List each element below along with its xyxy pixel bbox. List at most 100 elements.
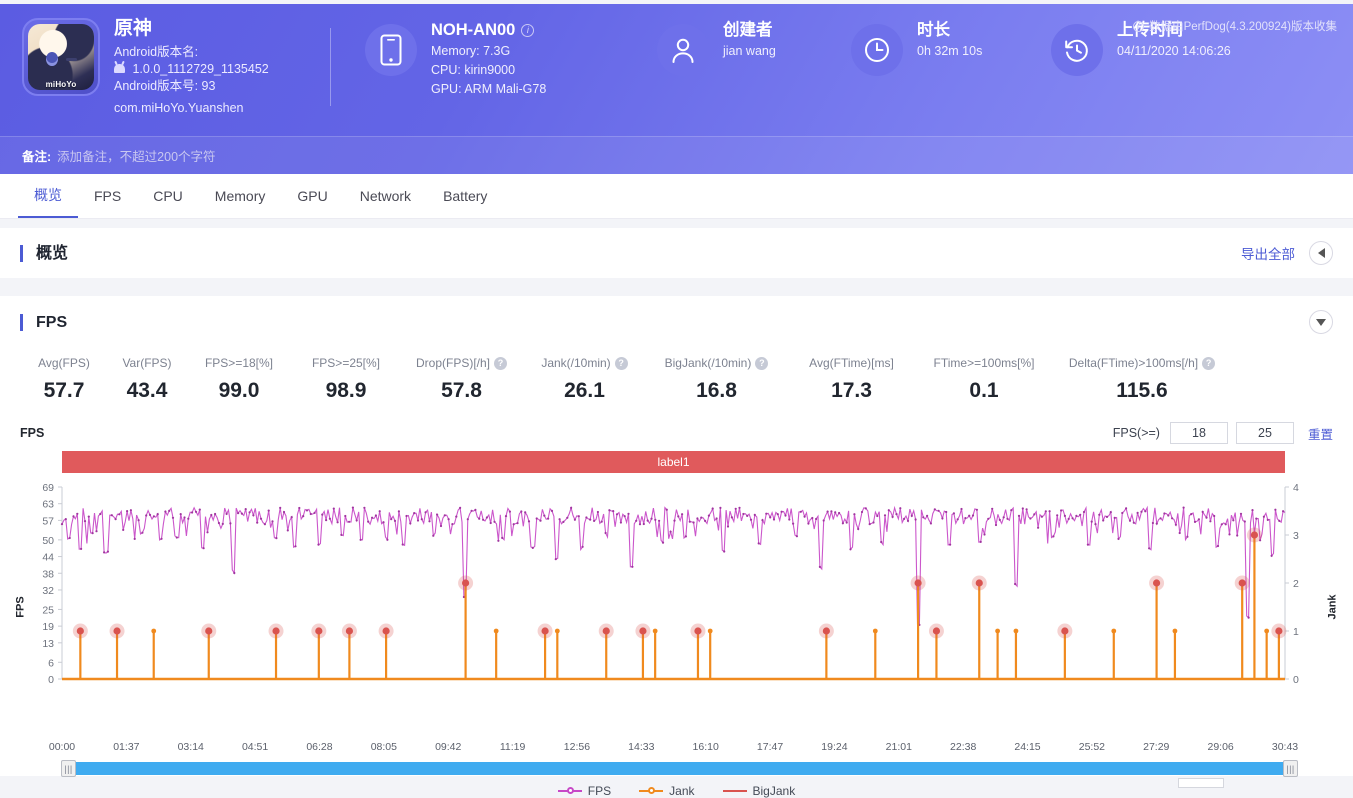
chevron-down-icon xyxy=(1316,319,1326,326)
legend-item-jank[interactable]: Jank xyxy=(639,784,694,798)
tab-overview[interactable]: 概览 xyxy=(18,174,78,218)
metric-label-text: Jank(/10min) xyxy=(541,356,610,370)
device-gpu: GPU: ARM Mali-G78 xyxy=(431,80,546,99)
help-icon[interactable]: ? xyxy=(615,357,628,370)
x-tick-label: 21:01 xyxy=(886,741,912,753)
metric-label: Var(FPS) xyxy=(108,356,186,370)
help-icon[interactable]: ? xyxy=(1202,357,1215,370)
tab-cpu[interactable]: CPU xyxy=(137,174,199,218)
metric-label-text: Delta(FTime)>100ms[/h] xyxy=(1069,356,1198,370)
fps-threshold-high-input[interactable]: 25 xyxy=(1236,422,1294,444)
app-version-value: 1.0.0_1112729_1135452 xyxy=(132,62,268,76)
fps-collapse-button[interactable] xyxy=(1309,310,1333,334)
device-text: NOH-AN00 i Memory: 7.3G CPU: kirin9000 G… xyxy=(417,18,546,99)
device-info-block: NOH-AN00 i Memory: 7.3G CPU: kirin9000 G… xyxy=(331,18,631,99)
device-title-row: NOH-AN00 i xyxy=(431,18,546,42)
app-name: 原神 xyxy=(114,18,269,40)
tab-gpu[interactable]: GPU xyxy=(281,174,343,218)
app-icon-brand-label: miHoYo xyxy=(24,80,98,89)
export-all-button[interactable]: 导出全部 xyxy=(1241,243,1295,263)
x-tick-label: 09:42 xyxy=(435,741,461,753)
y2-tick-label: 3 xyxy=(1293,530,1299,542)
legend-label: BigJank xyxy=(753,784,796,798)
metric-label-text: Var(FPS) xyxy=(122,356,171,370)
app-version-name-label: Android版本名: xyxy=(114,44,269,61)
user-icon xyxy=(657,24,709,76)
fps-metrics-row: Avg(FPS)57.7Var(FPS)43.4FPS>=18[%]99.0FP… xyxy=(20,348,1333,403)
note-bar[interactable]: 备注: 添加备注，不超过200个字符 xyxy=(0,136,1353,174)
bigjank-markers[interactable] xyxy=(73,528,1287,639)
tab-fps[interactable]: FPS xyxy=(78,174,137,218)
app-version-row: 1.0.0_1112729_1135452 xyxy=(114,61,269,78)
device-model: NOH-AN00 xyxy=(431,18,515,42)
help-icon[interactable]: ? xyxy=(494,357,507,370)
legend-item-fps[interactable]: FPS xyxy=(558,784,611,798)
note-label: 备注: xyxy=(22,146,51,165)
metric-label: FPS>=18[%] xyxy=(186,356,292,370)
app-text: 原神 Android版本名: 1.0.0_1112729_1135452 And… xyxy=(100,18,269,115)
overview-card: 概览 导出全部 xyxy=(0,228,1353,278)
chart-label-bar[interactable]: label1 xyxy=(62,451,1285,473)
fps-chart-svg[interactable]: 061319253238445057636901234 xyxy=(20,479,1333,719)
creator-title: 创建者 xyxy=(723,18,776,42)
metric-value: 98.9 xyxy=(292,379,400,403)
note-placeholder[interactable]: 添加备注，不超过200个字符 xyxy=(57,146,215,165)
tab-battery[interactable]: Battery xyxy=(427,174,503,218)
y2-tick-label: 1 xyxy=(1293,626,1299,638)
metric-value: 0.1 xyxy=(916,379,1052,403)
perfdog-version-note: i 数据由PerfDog(4.3.200924)版本收集 xyxy=(1133,18,1337,34)
perfdog-version-text: 数据由PerfDog(4.3.200924)版本收集 xyxy=(1149,18,1337,34)
legend-label: FPS xyxy=(588,784,611,798)
creator-value: jian wang xyxy=(723,42,776,61)
metric-label-text: Drop(FPS)[/h] xyxy=(416,356,490,370)
y-tick-label: 19 xyxy=(42,621,54,633)
x-tick-label: 08:05 xyxy=(371,741,397,753)
reset-button[interactable]: 重置 xyxy=(1308,424,1333,443)
duration-value: 0h 32m 10s xyxy=(917,42,982,61)
legend-item-bigjank[interactable]: BigJank xyxy=(723,784,796,798)
metric-value: 99.0 xyxy=(186,379,292,403)
chevron-left-icon xyxy=(1318,248,1325,258)
timeline-handle-right[interactable]: ||| xyxy=(1283,760,1298,777)
x-tick-label: 17:47 xyxy=(757,741,783,753)
device-memory: Memory: 7.3G xyxy=(431,42,546,61)
history-icon xyxy=(1051,24,1103,76)
metric-value: 17.3 xyxy=(787,379,916,403)
metric-label-text: Avg(FTime)[ms] xyxy=(809,356,894,370)
y-tick-label: 38 xyxy=(42,568,54,580)
metric-label-text: FPS>=25[%] xyxy=(312,356,380,370)
main-tabs: 概览 FPS CPU Memory GPU Network Battery xyxy=(0,174,1353,219)
device-info-icon[interactable]: i xyxy=(521,24,534,37)
overview-collapse-button[interactable] xyxy=(1309,241,1333,265)
fps-threshold-low-input[interactable]: 18 xyxy=(1170,422,1228,444)
x-tick-label: 24:15 xyxy=(1014,741,1040,753)
summary-header: miHoYo 原神 Android版本名: 1.0.0_1112729_1135… xyxy=(0,4,1353,174)
legend-marker-icon xyxy=(639,786,663,796)
android-icon xyxy=(114,64,125,73)
metric-ftime-100ms: FTime>=100ms[%] 0.1 xyxy=(916,356,1052,403)
metric-var-fps: Var(FPS)43.4 xyxy=(108,356,186,403)
y-tick-label: 57 xyxy=(42,515,54,527)
y2-tick-label: 0 xyxy=(1293,674,1299,686)
y-tick-label: 13 xyxy=(42,638,54,650)
fps-chart-controls: FPS FPS(>=) 18 25 重置 xyxy=(20,421,1333,445)
metric-label-text: Avg(FPS) xyxy=(38,356,90,370)
fps-title: FPS xyxy=(20,314,67,331)
x-tick-label: 19:24 xyxy=(821,741,847,753)
timeline-scrollbar[interactable]: ||| ||| xyxy=(68,762,1291,775)
tab-network[interactable]: Network xyxy=(344,174,427,218)
fps-line xyxy=(62,508,1285,625)
tab-memory[interactable]: Memory xyxy=(199,174,282,218)
timeline-handle-left[interactable]: ||| xyxy=(61,760,76,777)
duration-block: 时长 0h 32m 10s xyxy=(831,18,1031,76)
metric-label: Drop(FPS)[/h]? xyxy=(400,356,523,370)
help-icon[interactable]: ? xyxy=(755,357,768,370)
x-tick-label: 14:33 xyxy=(628,741,654,753)
clock-icon xyxy=(851,24,903,76)
x-tick-label: 22:38 xyxy=(950,741,976,753)
legend-marker-icon xyxy=(723,786,747,796)
metric-delta-ftime-100ms-h: Delta(FTime)>100ms[/h]?115.6 xyxy=(1052,356,1232,403)
x-tick-label: 27:29 xyxy=(1143,741,1169,753)
metric-label: FTime>=100ms[%] xyxy=(916,356,1052,370)
y-tick-label: 69 xyxy=(42,482,54,494)
